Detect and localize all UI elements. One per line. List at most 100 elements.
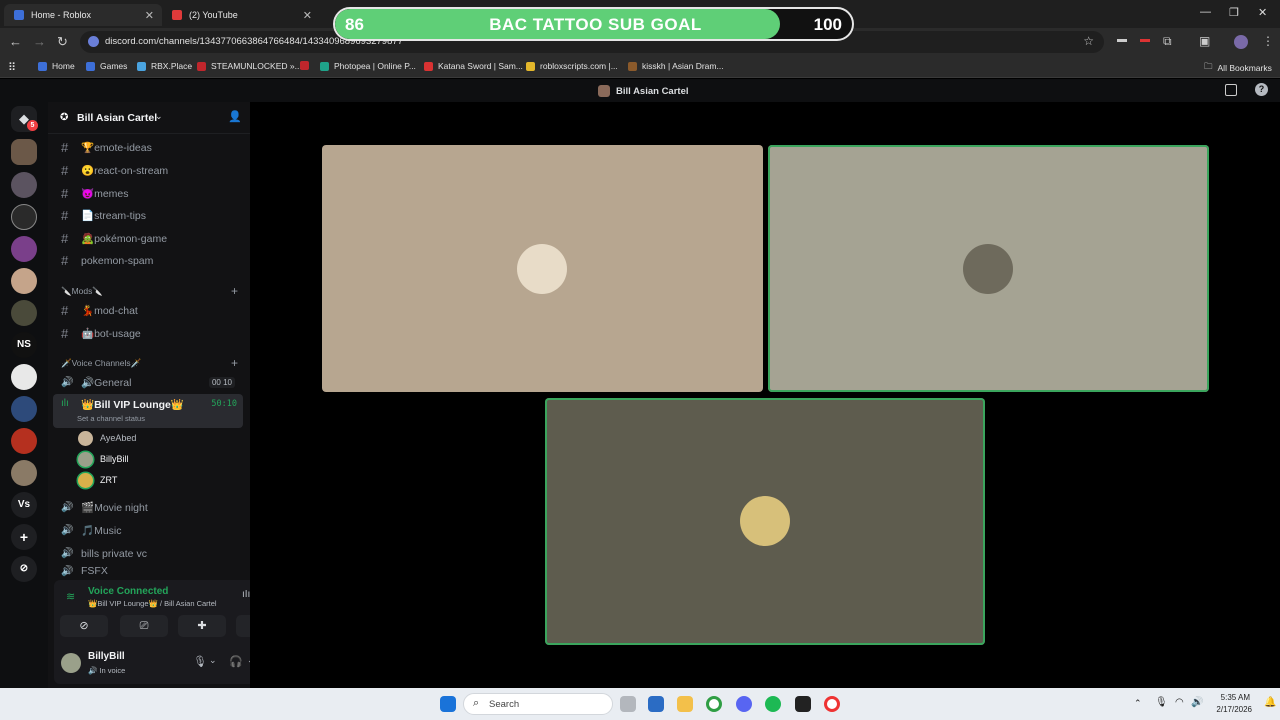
chrome-icon[interactable] bbox=[706, 696, 722, 712]
sidepanel-icon[interactable]: ▣ bbox=[1199, 34, 1210, 48]
discord-icon[interactable] bbox=[736, 696, 752, 712]
bookmark-star-icon[interactable]: ☆ bbox=[1083, 34, 1094, 48]
connection-signal-icon[interactable]: ≋ bbox=[66, 590, 75, 603]
server-icon[interactable] bbox=[11, 428, 37, 454]
bookmark-home[interactable]: Home bbox=[38, 61, 75, 71]
microphone-icon[interactable]: 🎙 bbox=[193, 655, 207, 668]
channel-bot-usage[interactable]: # 🤖bot-usage bbox=[53, 323, 243, 344]
server-icon[interactable] bbox=[11, 172, 37, 198]
close-icon[interactable]: ✕ bbox=[145, 9, 154, 22]
forward-icon[interactable]: → bbox=[33, 34, 46, 49]
server-vs[interactable]: Vs bbox=[11, 492, 37, 518]
bookmark-kisskh[interactable]: kisskh | Asian Dram... bbox=[628, 61, 724, 71]
channel-pokemon-spam[interactable]: # pokemon-spam bbox=[53, 250, 243, 271]
maximize-icon[interactable]: ❐ bbox=[1229, 6, 1239, 19]
extensions-puzzle-icon[interactable]: ⧉ bbox=[1163, 34, 1172, 49]
voice-user-zrt[interactable]: ZRT bbox=[78, 470, 117, 490]
voice-user-billybill[interactable]: BillyBill bbox=[78, 449, 129, 469]
apps-icon[interactable]: ⠿ bbox=[8, 61, 16, 74]
recorder-icon[interactable]: ▬ bbox=[1140, 34, 1150, 45]
inbox-icon[interactable] bbox=[1225, 84, 1237, 96]
menu-icon[interactable]: ⋮ bbox=[1262, 34, 1274, 48]
close-icon[interactable]: ✕ bbox=[303, 9, 312, 22]
spotify-icon[interactable] bbox=[765, 696, 781, 712]
voice-channel-general[interactable]: 🔊 🔊General 00 10 bbox=[53, 372, 243, 393]
channel-pokemon-game[interactable]: # 🧟pokémon-game bbox=[53, 228, 243, 249]
file-explorer-icon[interactable] bbox=[677, 696, 693, 712]
server-icon[interactable] bbox=[11, 300, 37, 326]
participant-tile[interactable] bbox=[322, 145, 763, 392]
headphones-icon[interactable]: 🎧 bbox=[229, 655, 243, 668]
tab-roblox[interactable]: Home - Roblox ✕ bbox=[4, 4, 162, 26]
task-view-icon[interactable] bbox=[620, 696, 636, 712]
site-info-icon[interactable] bbox=[88, 36, 99, 47]
participant-tile[interactable] bbox=[545, 398, 985, 645]
server-icon[interactable] bbox=[11, 364, 37, 390]
invite-people-icon[interactable]: 👤 bbox=[228, 110, 242, 123]
help-icon[interactable]: ? bbox=[1255, 83, 1268, 96]
voice-user-ayeabed[interactable]: AyeAbed bbox=[78, 428, 136, 448]
start-icon[interactable] bbox=[440, 696, 456, 712]
server-icon[interactable] bbox=[11, 204, 37, 230]
add-server-icon[interactable]: + bbox=[11, 524, 37, 550]
bookmark-photopea[interactable]: Photopea | Online P... bbox=[320, 61, 416, 71]
microphone-tray-icon[interactable]: 🎙 bbox=[1155, 697, 1168, 708]
widgets-icon[interactable] bbox=[648, 696, 664, 712]
channel-mod-chat[interactable]: # 💃mod-chat bbox=[53, 300, 243, 321]
participant-tile[interactable] bbox=[768, 145, 1209, 392]
voice-channel-movie-night[interactable]: 🔊 🎬Movie night bbox=[53, 497, 243, 518]
channel-emote-ideas[interactable]: # 🏆emote-ideas bbox=[53, 137, 243, 158]
close-window-icon[interactable]: ✕ bbox=[1258, 6, 1267, 19]
voice-channel-music[interactable]: 🔊 🎵Music bbox=[53, 520, 243, 541]
server-icon[interactable] bbox=[11, 268, 37, 294]
voice-location[interactable]: 👑Bill VIP Lounge👑 / Bill Asian Cartel bbox=[88, 599, 217, 608]
all-bookmarks[interactable]: 🗀 All Bookmarks bbox=[1204, 61, 1272, 75]
chevron-down-icon[interactable]: ⌄ bbox=[209, 655, 217, 666]
server-bill-asian-cartel[interactable] bbox=[11, 139, 37, 165]
volume-icon[interactable]: 🔊 bbox=[1191, 697, 1203, 708]
add-channel-icon[interactable]: + bbox=[231, 356, 238, 370]
bookmark-katana[interactable]: Katana Sword | Sam... bbox=[424, 61, 523, 71]
add-channel-icon[interactable]: + bbox=[231, 284, 238, 298]
bookmark-robloxscripts[interactable]: robloxscripts.com |... bbox=[526, 61, 618, 71]
bookmark-games[interactable]: Games bbox=[86, 61, 127, 71]
chevron-up-icon[interactable]: ⌃ bbox=[1134, 698, 1142, 709]
screen-share-button[interactable]: ⎚ bbox=[120, 615, 168, 637]
camera-off-button[interactable]: ⊘ bbox=[60, 615, 108, 637]
profile-avatar[interactable] bbox=[1234, 35, 1248, 49]
discover-icon[interactable]: ⊘ bbox=[11, 556, 37, 582]
avatar[interactable] bbox=[61, 653, 81, 673]
category-voice-channels[interactable]: 🗡️Voice Channels🗡️ bbox=[61, 358, 141, 369]
channel-label: 💃mod-chat bbox=[81, 305, 138, 317]
user-name: BillyBill bbox=[88, 651, 125, 662]
server-icon[interactable] bbox=[11, 460, 37, 486]
notifications-icon[interactable]: 🔔 bbox=[1264, 697, 1276, 708]
reload-icon[interactable]: ↻ bbox=[57, 34, 68, 50]
server-header[interactable]: ✪ Bill Asian Cartel ⌄ 👤 bbox=[48, 102, 250, 134]
server-icon[interactable] bbox=[11, 236, 37, 262]
channel-stream-tips[interactable]: # 📄stream-tips bbox=[53, 205, 243, 226]
channel-status[interactable]: Set a channel status bbox=[77, 414, 145, 423]
clock-date[interactable]: 2/17/2026 bbox=[1208, 705, 1252, 714]
voice-channel-bills-private-vc[interactable]: 🔊 bills private vc bbox=[53, 543, 243, 564]
category-mods[interactable]: 🔪Mods🔪 bbox=[61, 286, 103, 297]
back-icon[interactable]: ← bbox=[9, 34, 22, 49]
clock-time[interactable]: 5:35 AM bbox=[1208, 693, 1250, 702]
server-icon[interactable] bbox=[11, 396, 37, 422]
bookmark-unnamed[interactable] bbox=[300, 61, 314, 70]
channel-react-on-stream[interactable]: # 😮react-on-stream bbox=[53, 160, 243, 181]
app-icon[interactable] bbox=[795, 696, 811, 712]
voice-channel-vip-lounge[interactable]: ılı 👑Bill VIP Lounge👑 50:10 Set a channe… bbox=[53, 394, 243, 428]
activities-button[interactable]: ✚ bbox=[178, 615, 226, 637]
wifi-icon[interactable]: ◠ bbox=[1175, 697, 1184, 708]
extension-icon[interactable]: ▬ bbox=[1117, 34, 1127, 45]
server-ns[interactable]: NS bbox=[11, 332, 37, 358]
minimize-icon[interactable]: — bbox=[1200, 6, 1211, 18]
bookmark-rbxplace[interactable]: RBX.Place bbox=[137, 61, 192, 71]
tab-youtube[interactable]: (2) YouTube ✕ bbox=[162, 4, 320, 26]
taskbar-search[interactable]: ⌕ Search bbox=[463, 693, 613, 715]
voice-channel-fsfx[interactable]: 🔊 FSFX bbox=[53, 565, 243, 577]
channel-memes[interactable]: # 😈memes bbox=[53, 183, 243, 204]
opera-icon[interactable] bbox=[824, 696, 840, 712]
bookmark-steamunlocked[interactable]: STEAMUNLOCKED »... bbox=[197, 61, 302, 71]
